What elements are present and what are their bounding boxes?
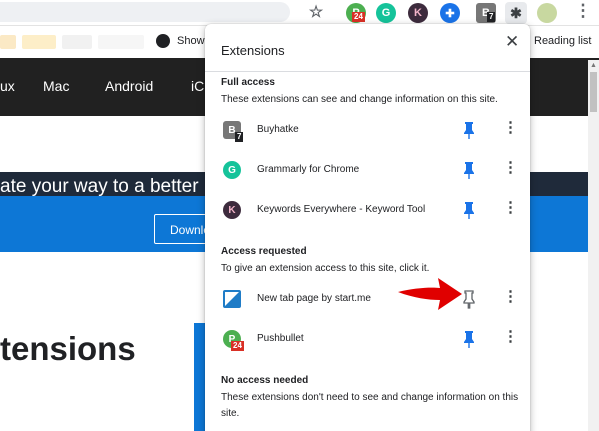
profile-avatar[interactable]	[537, 3, 557, 23]
bookmark-item[interactable]	[0, 35, 16, 49]
pushbullet-badge: 24	[352, 12, 365, 22]
section-title-full-access: Full access	[221, 77, 275, 88]
start-me-icon	[223, 290, 241, 308]
nav-item-android[interactable]: Android	[105, 78, 153, 94]
extension-row-buyhatke[interactable]: B 7 Buyhatke ⋮	[205, 110, 530, 150]
extension-icon[interactable]: ✚	[440, 3, 460, 23]
extension-name: Pushbullet	[257, 333, 304, 344]
close-icon[interactable]: ✕	[505, 32, 519, 52]
pin-outline-icon[interactable]	[460, 289, 478, 309]
bookmark-item[interactable]	[62, 35, 92, 49]
reading-list-button[interactable]: Reading list	[534, 35, 591, 47]
pin-icon[interactable]	[460, 329, 478, 349]
nav-item-mac[interactable]: Mac	[43, 78, 69, 94]
nav-item-ios[interactable]: iC	[191, 78, 204, 94]
hero-text: ate your way to a better	[0, 176, 199, 197]
annotation-arrow-icon	[398, 278, 462, 310]
puzzle-icon[interactable]: ✱	[505, 2, 527, 24]
more-options-icon[interactable]: ⋮	[503, 200, 518, 215]
section-title-access-requested: Access requested	[221, 246, 307, 257]
extension-name: Grammarly for Chrome	[257, 164, 360, 175]
popup-title: Extensions	[221, 43, 285, 58]
extension-name: Keywords Everywhere - Keyword Tool	[257, 204, 426, 215]
pin-icon[interactable]	[460, 200, 478, 220]
keywords-everywhere-ext-icon[interactable]: K	[408, 3, 428, 23]
grammarly-ext-icon[interactable]: G	[376, 3, 396, 23]
extension-name: Buyhatke	[257, 124, 299, 135]
extensions-popup: Extensions ✕ Full access These extension…	[205, 24, 530, 431]
keywords-everywhere-icon: K	[223, 201, 241, 219]
section-desc-no-access: These extensions don't need to see and c…	[221, 392, 519, 419]
more-options-icon[interactable]: ⋮	[503, 329, 518, 344]
browser-toolbar: ☆ P 24 G K ✚ B 7 ✱ ⋮	[0, 0, 599, 26]
more-options-icon[interactable]: ⋮	[503, 160, 518, 175]
star-icon[interactable]: ☆	[306, 2, 326, 22]
divider	[205, 71, 530, 72]
more-options-icon[interactable]: ⋮	[503, 120, 518, 135]
buyhatke-badge: 7	[487, 12, 496, 22]
globe-icon	[156, 34, 170, 48]
pushbullet-badge: 24	[231, 341, 244, 351]
extension-row-start-me[interactable]: New tab page by start.me ⋮	[205, 279, 530, 319]
extension-row-pushbullet[interactable]: P 24 Pushbullet ⋮	[205, 319, 530, 359]
buyhatke-badge: 7	[235, 132, 244, 142]
pin-icon[interactable]	[460, 120, 478, 140]
more-vert-icon[interactable]: ⋮	[573, 1, 593, 21]
show-bookmark[interactable]: Show	[177, 35, 205, 47]
scroll-up-icon[interactable]: ▲	[590, 62, 597, 69]
more-options-icon[interactable]: ⋮	[503, 289, 518, 304]
section-title-no-access: No access needed	[221, 375, 309, 386]
section-desc-access-requested: To give an extension access to this site…	[221, 263, 430, 274]
nav-item-linux[interactable]: ux	[0, 78, 15, 94]
grammarly-icon: G	[223, 161, 241, 179]
pin-icon[interactable]	[460, 160, 478, 180]
extension-row-keywords-everywhere[interactable]: K Keywords Everywhere - Keyword Tool ⋮	[205, 190, 530, 230]
extension-row-grammarly[interactable]: G Grammarly for Chrome ⋮	[205, 150, 530, 190]
bookmark-item[interactable]	[22, 35, 56, 49]
scrollbar-thumb[interactable]	[590, 72, 597, 112]
address-bar[interactable]	[0, 2, 290, 22]
section-desc-full-access: These extensions can see and change info…	[221, 94, 498, 105]
page-scrollbar[interactable]	[588, 60, 599, 431]
bookmark-item[interactable]	[98, 35, 144, 49]
extension-name: New tab page by start.me	[257, 293, 371, 304]
article-heading: tensions	[0, 330, 136, 367]
